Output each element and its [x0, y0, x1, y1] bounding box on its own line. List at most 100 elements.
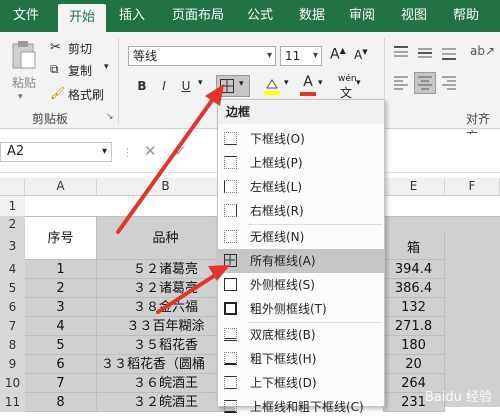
copy-dropdown-icon[interactable]: ▾: [104, 62, 109, 72]
fill-color-dropdown-icon[interactable]: ▾: [284, 78, 289, 88]
menu-item-label: 粗下框线(H): [250, 352, 317, 366]
table-cell[interactable]: 1: [25, 260, 97, 279]
font-color-dropdown-icon[interactable]: ▾: [318, 78, 323, 88]
tab-view[interactable]: 视图: [396, 0, 432, 32]
header-box-cell[interactable]: 箱: [383, 232, 445, 260]
phonetic-icon[interactable]: wén: [338, 74, 357, 84]
tab-file[interactable]: 文件: [8, 0, 44, 32]
paste-dropdown-icon[interactable]: ▾: [18, 92, 23, 102]
table-cell[interactable]: 5: [25, 336, 97, 355]
menu-item-top-bottom-border[interactable]: 上下框线(D): [218, 371, 384, 395]
column-header-b[interactable]: B: [97, 178, 235, 195]
orientation-icon[interactable]: ab↗: [470, 44, 495, 58]
table-cell[interactable]: 7: [25, 374, 97, 393]
name-box[interactable]: A2 ▾: [0, 142, 112, 162]
row-header[interactable]: 11: [0, 393, 25, 412]
table-cell[interactable]: 132: [383, 298, 445, 317]
paste-button[interactable]: 粘贴: [12, 74, 36, 91]
table-cell[interactable]: ３８金六福: [97, 298, 235, 317]
bold-button[interactable]: B: [132, 76, 152, 96]
font-name-select[interactable]: 等线 ▾: [128, 46, 276, 66]
phonetic-dropdown-icon[interactable]: ▾: [356, 78, 361, 88]
font-size-select[interactable]: 11 ▾: [280, 46, 322, 66]
table-cell[interactable]: ３２诸葛亮: [97, 279, 235, 298]
row-header[interactable]: 5: [0, 279, 25, 298]
fill-color-icon[interactable]: [262, 76, 282, 96]
align-center-icon[interactable]: [414, 72, 436, 94]
copy-button[interactable]: 复制: [68, 62, 92, 79]
menu-title: 边框: [218, 100, 384, 124]
column-header-f[interactable]: F: [445, 178, 500, 195]
menu-item-top-border[interactable]: 上框线(P): [218, 151, 384, 175]
table-cell[interactable]: ５２诸葛亮: [97, 260, 235, 279]
watermark: Baidu 经验: [424, 390, 492, 405]
cut-button[interactable]: 剪切: [68, 40, 92, 57]
menu-item-label: 上框线和粗下框线(C): [250, 400, 364, 414]
tab-home[interactable]: 开始: [58, 4, 106, 32]
table-cell[interactable]: 6: [25, 355, 97, 374]
enter-icon[interactable]: ✓: [174, 142, 187, 160]
increase-font-icon[interactable]: A▲: [330, 46, 346, 63]
tab-page-layout[interactable]: 页面布局: [166, 0, 230, 32]
row-header[interactable]: 2: [0, 217, 25, 232]
tab-formulas[interactable]: 公式: [242, 0, 278, 32]
row-header[interactable]: 6: [0, 298, 25, 317]
menu-item-double-bottom-border[interactable]: 双底框线(B): [218, 323, 384, 347]
table-cell[interactable]: 180: [383, 336, 445, 355]
decrease-font-icon[interactable]: A▼: [354, 48, 368, 62]
menu-item-top-thick-bottom-border[interactable]: 上框线和粗下框线(C): [218, 395, 384, 419]
row-header[interactable]: 4: [0, 260, 25, 279]
borders-button[interactable]: ▾: [216, 75, 250, 97]
menu-item-no-border[interactable]: 无框线(N): [218, 225, 384, 249]
menu-item-thick-bottom-border[interactable]: 粗下框线(H): [218, 347, 384, 371]
tab-insert[interactable]: 插入: [114, 0, 150, 32]
column-header-e[interactable]: E: [383, 178, 445, 195]
row-header[interactable]: 7: [0, 317, 25, 336]
column-header-a[interactable]: A: [25, 178, 97, 195]
align-top-icon[interactable]: [392, 44, 410, 62]
table-cell[interactable]: ３３百年糊涂: [97, 317, 235, 336]
header-name-cell[interactable]: 品种: [97, 217, 235, 260]
align-middle-icon[interactable]: [416, 44, 434, 62]
table-cell[interactable]: 386.4: [383, 279, 445, 298]
table-cell[interactable]: 394.4: [383, 260, 445, 279]
menu-item-outside-borders[interactable]: 外侧框线(S): [218, 273, 384, 297]
underline-button[interactable]: U: [176, 76, 196, 96]
table-cell[interactable]: 20: [383, 355, 445, 374]
cancel-icon[interactable]: ✕: [144, 142, 157, 160]
table-cell[interactable]: 4: [25, 317, 97, 336]
italic-button[interactable]: I: [154, 76, 174, 96]
menu-item-thick-outside-borders[interactable]: 粗外侧框线(T): [218, 297, 384, 321]
align-left-icon[interactable]: [392, 74, 410, 92]
table-cell[interactable]: 3: [25, 298, 97, 317]
row-header[interactable]: 10: [0, 374, 25, 393]
align-right-icon[interactable]: [440, 74, 458, 92]
table-cell[interactable]: ３６皖酒王: [97, 374, 235, 393]
table-cell[interactable]: ３３稻花香（圆桶: [97, 355, 235, 374]
table-cell[interactable]: 271.8: [383, 317, 445, 336]
header-seq-cell[interactable]: 序号: [25, 217, 97, 260]
row-header[interactable]: 8: [0, 336, 25, 355]
format-painter-button[interactable]: 格式刷: [68, 86, 104, 103]
row-header[interactable]: 9: [0, 355, 25, 374]
menu-item-right-border[interactable]: 右框线(R): [218, 199, 384, 223]
select-all-corner[interactable]: [0, 178, 25, 195]
menu-item-all-borders[interactable]: 所有框线(A): [218, 249, 384, 273]
underline-dropdown-icon[interactable]: ▾: [198, 78, 203, 88]
tab-help[interactable]: 帮助: [448, 0, 484, 32]
table-cell[interactable]: ３５稻花香: [97, 336, 235, 355]
table-cell[interactable]: 2: [25, 279, 97, 298]
row-header[interactable]: 3: [0, 232, 25, 260]
tab-data[interactable]: 数据: [294, 0, 330, 32]
tab-review[interactable]: 审阅: [344, 0, 380, 32]
menu-item-left-border[interactable]: 左框线(L): [218, 175, 384, 199]
paste-icon[interactable]: [10, 40, 36, 70]
menu-item-bottom-border[interactable]: 下框线(O): [218, 127, 384, 151]
row-header[interactable]: 1: [0, 196, 25, 217]
table-cell[interactable]: ３２皖酒王: [97, 393, 235, 412]
top-bottom-border-icon: [224, 376, 237, 389]
font-color-icon[interactable]: A: [298, 74, 318, 96]
table-cell[interactable]: 8: [25, 393, 97, 412]
align-bottom-icon[interactable]: [440, 44, 458, 62]
clipboard-launcher-icon[interactable]: ↘: [106, 112, 114, 122]
